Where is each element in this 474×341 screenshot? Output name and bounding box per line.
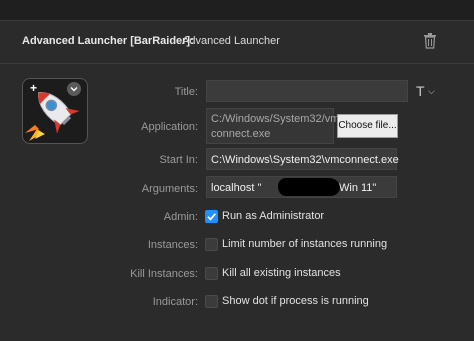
arguments-value-prefix: localhost " xyxy=(211,182,262,194)
application-value-line-1: C:/Windows/System32/vm xyxy=(211,113,340,125)
arguments-value-suffix: Win 11" xyxy=(339,182,377,194)
kill-instances-option-label: Kill all existing instances xyxy=(222,267,341,279)
choose-file-button[interactable]: Choose file... xyxy=(337,114,398,138)
instances-checkbox[interactable] xyxy=(205,238,218,251)
window-top-bar xyxy=(0,0,474,21)
arguments-label: Arguments: xyxy=(141,183,198,195)
kill-instances-label: Kill Instances: xyxy=(130,268,198,280)
application-label: Application: xyxy=(141,121,198,133)
instances-label: Instances: xyxy=(147,239,198,251)
text-format-icon[interactable]: T xyxy=(416,83,425,99)
instances-option-label: Limit number of instances running xyxy=(222,238,388,250)
indicator-checkbox[interactable] xyxy=(205,295,218,308)
title-input[interactable] xyxy=(206,80,408,102)
indicator-option-label: Show dot if process is running xyxy=(222,295,369,307)
application-value-line-2: connect.exe xyxy=(211,128,271,140)
admin-label: Admin: xyxy=(163,211,198,223)
trash-icon[interactable] xyxy=(423,33,437,49)
plugin-name: Advanced Launcher [BarRaider]: xyxy=(22,35,194,47)
title-label: Title: xyxy=(174,86,198,98)
admin-checkbox[interactable] xyxy=(205,210,218,223)
start-in-label: Start In: xyxy=(159,154,198,166)
indicator-label: Indicator: xyxy=(152,296,198,308)
start-in-input[interactable]: C:\Windows\System32\vmconnect.exe xyxy=(206,148,399,170)
application-input[interactable]: C:/Windows/System32/vm connect.exe xyxy=(206,108,339,144)
action-name: Advanced Launcher xyxy=(182,35,280,47)
redaction-mark xyxy=(278,178,340,196)
chevron-down-icon[interactable]: ⌵ xyxy=(428,86,435,97)
action-header: Advanced Launcher [BarRaider]: Advanced … xyxy=(0,21,474,64)
admin-option-label: Run as Administrator xyxy=(222,210,325,222)
checkmark-icon xyxy=(207,213,216,221)
start-in-value: C:\Windows\System32\vmconnect.exe xyxy=(211,154,399,166)
kill-instances-checkbox[interactable] xyxy=(205,267,218,280)
